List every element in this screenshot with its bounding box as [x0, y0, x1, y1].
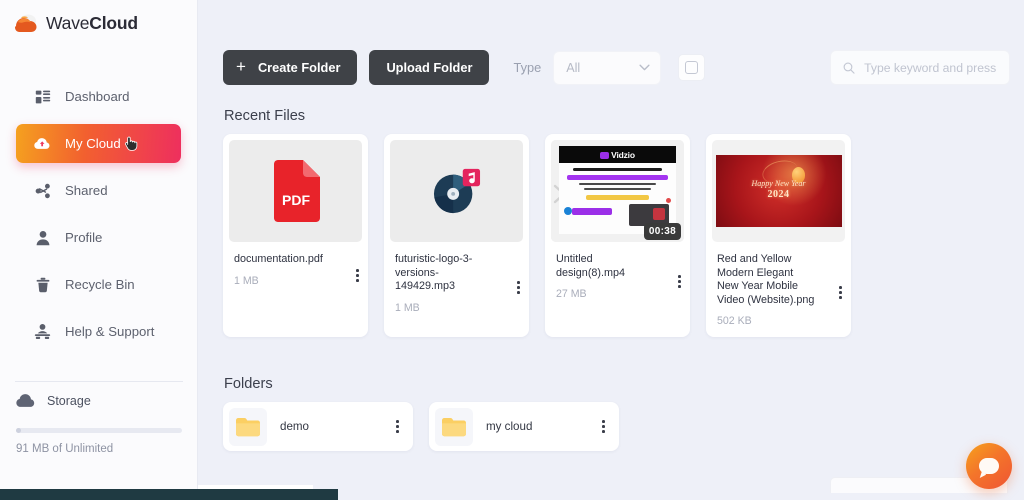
video-duration-badge: 00:38: [643, 223, 681, 240]
folder-icon-wrap: [435, 407, 473, 446]
file-name: futuristic-logo-3-versions-149429.mp3: [395, 253, 473, 293]
upload-folder-label: Upload Folder: [386, 60, 473, 75]
file-size: 1 MB: [395, 301, 420, 314]
folder-card[interactable]: demo: [223, 402, 413, 451]
brand-name-light: Wave: [46, 12, 90, 33]
folder-name: demo: [280, 420, 310, 433]
upload-folder-button[interactable]: Upload Folder: [369, 50, 490, 85]
more-vertical-icon[interactable]: [517, 281, 520, 294]
file-meta: Untitled design(8).mp4 27 MB: [551, 242, 684, 300]
more-vertical-icon[interactable]: [602, 420, 605, 433]
image-thumbnail: Happy New Year 2024: [712, 140, 845, 242]
sidebar-item-label: Profile: [65, 230, 103, 245]
chevron-down-icon: [639, 64, 650, 70]
sidebar-item-label: Shared: [65, 183, 108, 198]
file-size: 27 MB: [556, 288, 587, 301]
recent-files-heading: Recent Files: [224, 108, 306, 124]
select-all-checkbox[interactable]: [678, 54, 706, 81]
image-preview-year: 2024: [767, 188, 790, 200]
sidebar-item-label: Recycle Bin: [65, 277, 135, 292]
folder-card[interactable]: my cloud: [429, 402, 619, 451]
more-vertical-icon[interactable]: [839, 286, 842, 299]
create-folder-button[interactable]: + Create Folder: [223, 50, 358, 85]
file-meta: Red and Yellow Modern Elegant New Year M…: [712, 242, 845, 327]
sidebar-item-help-support[interactable]: Help & Support: [16, 312, 181, 351]
file-thumbnail: [390, 140, 523, 242]
sidebar-item-recycle-bin[interactable]: Recycle Bin: [16, 265, 181, 304]
file-thumbnail: Happy New Year 2024: [712, 140, 845, 242]
sidebar-item-my-cloud[interactable]: My Cloud: [16, 124, 181, 163]
create-folder-label: Create Folder: [257, 60, 341, 75]
storage-usage-text: 91 MB of Unlimited: [16, 443, 114, 455]
file-thumbnail: Vidzio 00:38: [551, 140, 684, 242]
mouse-cursor-hand-icon: [124, 136, 138, 151]
brand-text: WaveCloud: [46, 13, 138, 34]
trash-icon: [34, 276, 51, 293]
sidebar-nav: Dashboard My Cloud Shared Profile Recycl…: [0, 77, 197, 351]
search-input[interactable]: [864, 60, 997, 75]
sidebar-item-shared[interactable]: Shared: [16, 171, 181, 210]
brand-logo[interactable]: WaveCloud: [0, 0, 197, 35]
cloud-storage-icon: [16, 394, 35, 407]
type-filter-label: Type: [513, 60, 542, 75]
folder-name: my cloud: [486, 420, 533, 433]
search-box[interactable]: [830, 50, 1010, 85]
file-name: Untitled design(8).mp4: [556, 253, 626, 279]
file-size: 1 MB: [234, 274, 259, 287]
storage-label: Storage: [47, 394, 91, 408]
wave-cloud-logo-icon: [15, 14, 37, 32]
folders-heading: Folders: [224, 376, 273, 392]
image-preview-title: Happy New Year: [751, 179, 806, 188]
toolbar: + Create Folder Upload Folder Type All: [223, 50, 706, 85]
file-size: 502 KB: [717, 315, 752, 328]
file-name: Red and Yellow Modern Elegant New Year M…: [717, 253, 815, 306]
file-card[interactable]: PDF documentation.pdf 1 MB: [223, 134, 368, 337]
plus-icon: +: [236, 57, 246, 76]
user-icon: [34, 229, 51, 246]
wavecloud-app-window: WaveCloud Dashboard My Cloud Shared Prof…: [0, 0, 1024, 500]
sidebar-item-dashboard[interactable]: Dashboard: [16, 77, 181, 116]
more-vertical-icon[interactable]: [356, 269, 359, 282]
sidebar: WaveCloud Dashboard My Cloud Shared Prof…: [0, 0, 198, 489]
pdf-file-icon: PDF: [273, 160, 320, 222]
sidebar-item-label: My Cloud: [65, 136, 121, 151]
support-icon: [34, 323, 51, 340]
video-thumbnail: Vidzio 00:38: [551, 140, 684, 242]
share-icon: [34, 182, 51, 199]
folder-icon: [442, 417, 466, 436]
recent-files-grid: PDF documentation.pdf 1 MB futuristic-lo…: [223, 134, 851, 337]
search-icon: [843, 62, 855, 74]
type-filter-value: All: [566, 60, 581, 75]
file-card[interactable]: futuristic-logo-3-versions-149429.mp3 1 …: [384, 134, 529, 337]
svg-text:PDF: PDF: [282, 192, 310, 208]
sidebar-item-label: Dashboard: [65, 89, 130, 104]
more-vertical-icon[interactable]: [678, 275, 681, 288]
more-vertical-icon[interactable]: [396, 420, 399, 433]
chat-support-button[interactable]: [966, 443, 1012, 489]
brand-name-bold: Cloud: [89, 12, 138, 33]
folder-icon-wrap: [229, 407, 267, 446]
folder-icon: [236, 417, 260, 436]
bottom-taskbar-strip: [0, 489, 338, 500]
file-meta: documentation.pdf 1 MB: [229, 242, 362, 287]
sidebar-item-profile[interactable]: Profile: [16, 218, 181, 257]
folders-grid: demo my cloud: [223, 402, 619, 451]
main-content: + Create Folder Upload Folder Type All T…: [199, 0, 1024, 493]
file-thumbnail: PDF: [229, 140, 362, 242]
storage-progress-bar: [16, 428, 182, 433]
file-name: documentation.pdf: [234, 253, 323, 265]
dashboard-icon: [34, 88, 51, 105]
file-meta: futuristic-logo-3-versions-149429.mp3 1 …: [390, 242, 523, 314]
cloud-icon: [34, 135, 51, 152]
audio-disc-icon: [433, 168, 480, 214]
storage-section: Storage: [16, 394, 91, 408]
chat-bubble-icon: [979, 458, 999, 474]
sidebar-divider: [15, 381, 183, 382]
file-card[interactable]: Happy New Year 2024 Red and Yellow Moder…: [706, 134, 851, 337]
sidebar-item-label: Help & Support: [65, 324, 155, 339]
file-card[interactable]: Vidzio 00:38 Untitled design(8).mp4 27 M…: [545, 134, 690, 337]
type-filter-select[interactable]: All: [553, 50, 662, 85]
video-preview-logo: Vidzio: [600, 150, 635, 160]
